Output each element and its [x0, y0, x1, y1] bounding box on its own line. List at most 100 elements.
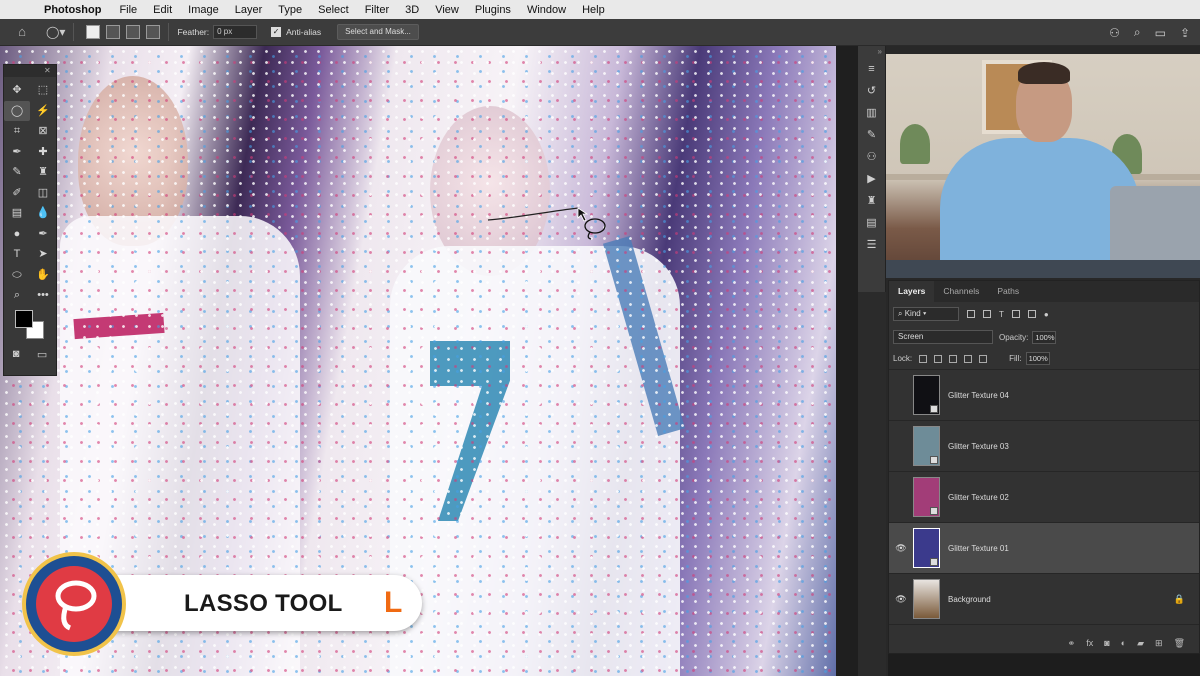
- home-icon[interactable]: ⌂: [12, 22, 32, 42]
- lock-all-icon[interactable]: [979, 354, 988, 363]
- tab-paths[interactable]: Paths: [988, 281, 1028, 302]
- app-menu[interactable]: Photoshop: [44, 4, 101, 16]
- layer-row[interactable]: Glitter Texture 03: [889, 421, 1199, 472]
- add-selection-icon[interactable]: [106, 25, 121, 39]
- stamp-tool-icon[interactable]: ♜: [30, 162, 56, 183]
- add-mask-icon[interactable]: ◙: [1104, 638, 1109, 648]
- fx-icon[interactable]: fx: [1086, 638, 1093, 648]
- filter-pixel-icon[interactable]: [967, 310, 975, 318]
- menu-select[interactable]: Select: [318, 4, 349, 16]
- menu-bar: Photoshop File Edit Image Layer Type Sel…: [0, 0, 1200, 19]
- properties-icon[interactable]: ▤: [858, 212, 885, 234]
- layer-row[interactable]: Glitter Texture 02: [889, 472, 1199, 523]
- filter-smart-object-icon[interactable]: [1027, 310, 1036, 318]
- share-upload-icon[interactable]: ⇪: [1180, 26, 1190, 40]
- dodge-tool-icon[interactable]: ●: [4, 224, 30, 245]
- menu-file[interactable]: File: [119, 4, 137, 16]
- frame-tool-icon[interactable]: ⊠: [30, 121, 56, 142]
- gradient-tool-icon[interactable]: ▤: [4, 203, 30, 224]
- antialias-checkbox[interactable]: ✓: [271, 27, 282, 37]
- actions-icon[interactable]: ▶: [858, 168, 885, 190]
- magic-wand-tool-icon[interactable]: ⚡: [30, 101, 56, 122]
- shape-tool-icon[interactable]: ⬭: [4, 265, 30, 286]
- opacity-input[interactable]: 100%: [1032, 330, 1057, 344]
- subtract-selection-icon[interactable]: [126, 25, 141, 39]
- lock-artboard-icon[interactable]: [964, 354, 973, 363]
- history-brush-tool-icon[interactable]: ✐: [4, 183, 30, 204]
- move-tool-icon[interactable]: ✥: [4, 80, 30, 101]
- adjustments-icon[interactable]: ≡: [858, 58, 885, 80]
- video-scene: [886, 260, 1200, 278]
- eraser-tool-icon[interactable]: ◫: [30, 183, 56, 204]
- brush-settings-icon[interactable]: ✎: [858, 124, 885, 146]
- menu-3d[interactable]: 3D: [405, 4, 419, 16]
- tab-channels[interactable]: Channels: [934, 281, 988, 302]
- menu-layer[interactable]: Layer: [235, 4, 263, 16]
- tool-overlay-shortcut: L: [384, 586, 403, 619]
- filter-toggle-icon[interactable]: ●: [1044, 310, 1049, 319]
- new-selection-icon[interactable]: [86, 25, 101, 39]
- history-icon[interactable]: ↺: [858, 80, 885, 102]
- lock-transparency-icon[interactable]: [919, 354, 928, 363]
- healing-tool-icon[interactable]: ✚: [30, 142, 56, 163]
- lasso-preset-icon[interactable]: ◯▾: [46, 25, 65, 39]
- smart-object-icon: [930, 405, 938, 413]
- menu-edit[interactable]: Edit: [153, 4, 172, 16]
- libraries-icon[interactable]: ▥: [858, 102, 885, 124]
- hand-tool-icon[interactable]: ✋: [30, 265, 56, 286]
- eyedropper-tool-icon[interactable]: ✒: [4, 142, 30, 163]
- filter-adjustment-icon[interactable]: [983, 310, 991, 318]
- lasso-tool-icon[interactable]: ◯: [4, 100, 30, 121]
- path-select-tool-icon[interactable]: ➤: [30, 244, 56, 265]
- eye-icon[interactable]: 👁: [889, 543, 913, 554]
- intersect-selection-icon[interactable]: [146, 25, 161, 39]
- lock-pixels-icon[interactable]: [934, 354, 943, 363]
- tab-layers[interactable]: Layers: [889, 281, 935, 302]
- collapse-icon[interactable]: »: [858, 46, 885, 58]
- type-tool-icon[interactable]: T: [4, 244, 30, 265]
- quick-mask-icon[interactable]: ◙: [13, 348, 20, 361]
- adjustment-layer-icon[interactable]: ◐: [1121, 638, 1126, 648]
- menu-image[interactable]: Image: [188, 4, 219, 16]
- marquee-tool-icon[interactable]: ⬚: [30, 80, 56, 101]
- notes-icon[interactable]: ☰: [858, 234, 885, 256]
- menu-view[interactable]: View: [435, 4, 459, 16]
- tool-presets-icon[interactable]: ♜: [858, 190, 885, 212]
- opacity-label: Opacity:: [999, 332, 1029, 342]
- feather-input[interactable]: 0 px: [213, 25, 258, 39]
- workspace-icon[interactable]: ▭: [1155, 26, 1166, 40]
- layer-row[interactable]: Glitter Texture 04: [889, 370, 1199, 421]
- zoom-tool-icon[interactable]: ⌕: [4, 285, 30, 306]
- menu-type[interactable]: Type: [278, 4, 302, 16]
- filter-shape-icon[interactable]: [1011, 310, 1020, 318]
- menu-help[interactable]: Help: [582, 4, 605, 16]
- blend-mode-select[interactable]: Screen: [893, 330, 993, 344]
- share-icon[interactable]: ⚇: [1109, 26, 1120, 40]
- filter-type-icon[interactable]: T: [999, 310, 1004, 319]
- select-and-mask-button[interactable]: Select and Mask...: [337, 24, 419, 40]
- blur-tool-icon[interactable]: 💧: [30, 203, 56, 224]
- menu-filter[interactable]: Filter: [365, 4, 389, 16]
- search-icon[interactable]: ⌕: [1134, 25, 1141, 40]
- layer-row-selected[interactable]: 👁 Glitter Texture 01: [889, 523, 1199, 574]
- screen-mode-icon[interactable]: ▭: [37, 348, 47, 361]
- eye-icon[interactable]: 👁: [889, 594, 913, 605]
- more-tools-icon[interactable]: •••: [30, 285, 56, 306]
- link-layers-icon[interactable]: ⚭: [1068, 638, 1076, 649]
- tools-grid: ✥ ⬚ ◯ ⚡ ⌗ ⊠ ✒ ✚ ✎ ♜ ✐ ◫ ▤ 💧 ● ✒ T ➤ ⬭ ✋ …: [4, 77, 56, 306]
- new-layer-icon[interactable]: ⊞: [1155, 638, 1163, 649]
- brush-tool-icon[interactable]: ✎: [4, 162, 30, 183]
- menu-window[interactable]: Window: [527, 4, 566, 16]
- layer-row[interactable]: 👁 Background 🔒: [889, 574, 1199, 625]
- foreground-color-swatch[interactable]: [15, 309, 33, 328]
- trash-icon[interactable]: 🗑: [1174, 638, 1185, 649]
- crop-tool-icon[interactable]: ⌗: [4, 121, 30, 142]
- clone-source-icon[interactable]: ⚇: [858, 146, 885, 168]
- fill-input[interactable]: 100%: [1025, 352, 1050, 365]
- menu-plugins[interactable]: Plugins: [475, 4, 511, 16]
- lock-position-icon[interactable]: [949, 354, 958, 363]
- panel-strip-dark: [858, 292, 886, 676]
- pen-tool-icon[interactable]: ✒: [30, 224, 56, 245]
- group-icon[interactable]: ▰: [1137, 638, 1144, 649]
- filter-kind-select[interactable]: ⌕ Kind ▾: [893, 307, 959, 321]
